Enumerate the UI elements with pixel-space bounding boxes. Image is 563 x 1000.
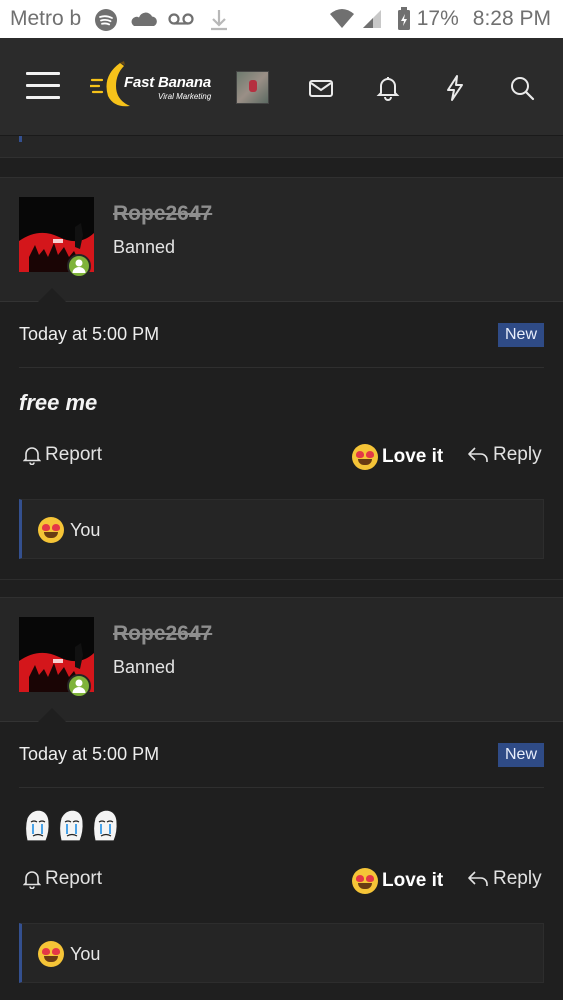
battery-percent: 17% [416, 7, 459, 30]
site-header: Fast Banana Viral Marketing [0, 38, 563, 136]
post-message: free me [19, 390, 98, 415]
cloud-icon [131, 12, 157, 26]
user-block-pointer [38, 708, 66, 722]
online-status-icon [67, 674, 91, 698]
menu-icon[interactable] [26, 72, 60, 102]
user-avatar-thumbnail[interactable] [236, 71, 269, 104]
new-badge: New [497, 323, 544, 347]
heart-eyes-emoji-icon [38, 941, 64, 967]
user-title: Banned [113, 237, 176, 257]
reactions-label: You [70, 943, 101, 964]
lightning-icon[interactable] [441, 74, 469, 102]
wifi-icon [329, 9, 354, 28]
user-title: Banned [113, 657, 176, 677]
heart-eyes-emoji-icon [38, 517, 64, 543]
divider [19, 787, 544, 788]
reactions-bar[interactable]: You [19, 499, 544, 559]
reply-arrow-icon [468, 447, 488, 462]
search-icon[interactable] [508, 74, 536, 102]
battery-icon [397, 7, 410, 30]
carrier-label: Metro b [10, 7, 82, 30]
post-date[interactable]: Today at 5:00 PM [19, 324, 159, 345]
love-it-button[interactable]: Love it [352, 868, 443, 894]
reply-label: Reply [493, 444, 542, 465]
user-block-pointer [38, 288, 66, 302]
online-status-icon [67, 254, 91, 278]
love-it-label: Love it [382, 870, 444, 891]
post-user-block: Rope2647 Banned [0, 598, 563, 722]
bell-icon [23, 871, 41, 889]
new-badge: New [497, 743, 544, 767]
previous-post-remnant [0, 136, 563, 158]
post-separator [0, 579, 563, 597]
report-label: Report [45, 444, 103, 465]
post-actions: Report Love it Reply [19, 868, 544, 898]
reactions-label: You [70, 519, 101, 540]
love-it-label: Love it [382, 446, 444, 467]
clock: 8:28 PM [472, 7, 551, 30]
spotify-icon [95, 9, 117, 31]
post-body: Today at 5:00 PM New free me Report Love… [0, 302, 563, 580]
post-user-block: Rope2647 Banned [0, 178, 563, 302]
crying-wojak-emoji [24, 809, 50, 842]
download-icon [211, 10, 227, 31]
bell-icon[interactable] [374, 74, 402, 102]
post: Rope2647 Banned Today at 5:00 PM New Rep… [0, 597, 563, 1000]
heart-eyes-emoji-icon [352, 444, 378, 470]
post-body: Today at 5:00 PM New Report Love it Repl… [0, 722, 563, 1000]
divider [19, 367, 544, 368]
crying-wojak-emoji [92, 809, 118, 842]
report-label: Report [45, 868, 103, 889]
logo-title: Fast Banana [124, 74, 211, 91]
post-message-emojis [22, 808, 124, 844]
username[interactable]: Rope2647 [113, 622, 212, 646]
username[interactable]: Rope2647 [113, 202, 212, 226]
mail-icon[interactable] [307, 74, 335, 102]
site-logo[interactable]: Fast Banana Viral Marketing [90, 60, 220, 114]
post-separator [0, 159, 563, 177]
heart-eyes-emoji-icon [352, 868, 378, 894]
post: Rope2647 Banned Today at 5:00 PM New fre… [0, 177, 563, 580]
voicemail-icon [168, 13, 194, 25]
reply-arrow-icon [468, 871, 488, 886]
reply-label: Reply [493, 868, 542, 889]
signal-icon [362, 10, 381, 28]
reply-button[interactable]: Reply [467, 868, 542, 890]
post-date[interactable]: Today at 5:00 PM [19, 744, 159, 765]
love-it-button[interactable]: Love it [352, 444, 443, 470]
reply-button[interactable]: Reply [467, 444, 542, 466]
report-button[interactable]: Report [23, 868, 102, 890]
crying-wojak-emoji [58, 809, 84, 842]
report-button[interactable]: Report [23, 444, 102, 466]
post-actions: Report Love it Reply [19, 444, 544, 474]
status-right: 17% 8:28 PM [329, 7, 551, 31]
status-bar: Metro b 17% 8:28 PM [0, 0, 563, 38]
logo-subtitle: Viral Marketing [158, 92, 212, 101]
reactions-bar[interactable]: You [19, 923, 544, 983]
bell-icon [23, 447, 41, 465]
